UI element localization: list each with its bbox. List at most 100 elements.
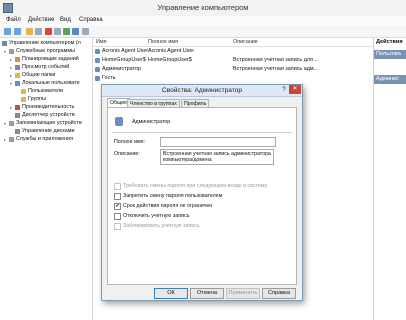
divider <box>112 132 292 133</box>
computer-icon <box>2 41 7 46</box>
ok-button[interactable]: ОК <box>154 288 188 299</box>
actions-users-label: Пользова <box>376 51 401 57</box>
export-icon[interactable] <box>82 28 89 35</box>
description-label: Описание: <box>114 151 140 157</box>
folder-icon <box>21 89 26 94</box>
full-name-label: Полное имя: <box>114 139 145 145</box>
dialog-title: Свойства: Администратор <box>161 87 243 94</box>
table-row-full-name: Acronis Agent User <box>148 48 195 54</box>
tree-item-local-users[interactable]: Локальные пользовате <box>22 80 80 86</box>
expander-icon[interactable]: ▸ <box>10 57 12 62</box>
actions-users-bar[interactable]: Пользова <box>374 50 406 59</box>
folder-icon[interactable] <box>26 28 33 35</box>
back-icon[interactable] <box>4 28 11 35</box>
user-icon <box>95 67 100 72</box>
folder-icon <box>21 97 26 102</box>
help-icon[interactable] <box>72 28 79 35</box>
actions-admin-bar[interactable]: Админис <box>374 75 406 84</box>
user-icon <box>95 49 100 54</box>
performance-icon <box>15 105 20 110</box>
actions-admin-label: Админис <box>376 76 399 82</box>
cancel-button[interactable]: Отмена <box>190 288 224 299</box>
event-viewer-icon <box>15 65 20 70</box>
forward-icon[interactable] <box>14 28 21 35</box>
tree-item-services-apps[interactable]: Службы и приложения <box>16 136 73 142</box>
tree-item-device-manager[interactable]: Диспетчер устройств <box>22 112 75 118</box>
table-row-name[interactable]: HomeGroupUser$ <box>102 57 146 63</box>
console-tree: Управление компьютером (л ▾ Служебные пр… <box>0 38 93 320</box>
expander-icon[interactable]: ▾ <box>10 81 12 86</box>
menu-view[interactable]: Вид <box>60 17 71 23</box>
device-manager-icon <box>15 113 20 118</box>
table-row-description: Встроенная учетная запись для ... <box>233 57 319 63</box>
tree-item-performance[interactable]: Производительность <box>22 104 74 110</box>
full-name-field[interactable] <box>160 137 276 147</box>
general-tab-panel: Администратор Полное имя: Описание: Встр… <box>107 107 297 285</box>
account-disabled-checkbox[interactable] <box>114 213 121 220</box>
user-name: Администратор <box>132 119 171 125</box>
refresh-icon[interactable] <box>63 28 70 35</box>
task-scheduler-icon <box>15 57 20 62</box>
menu-file[interactable]: Файл <box>6 17 21 23</box>
dialog-help-icon[interactable]: ? <box>280 86 288 94</box>
tree-item-shared-folders[interactable]: Общие папки <box>22 72 55 78</box>
users-group-icon <box>15 81 20 86</box>
properties-dialog: Свойства: Администратор ? ✕ Общие Членст… <box>101 84 303 301</box>
must-change-password-checkbox[interactable] <box>114 183 121 190</box>
account-locked-checkbox[interactable] <box>114 223 121 230</box>
disk-management-icon <box>15 129 20 134</box>
table-row-name[interactable]: Администратор <box>102 66 141 72</box>
table-row-name[interactable]: Гость <box>102 75 116 81</box>
expander-icon[interactable]: ▸ <box>10 105 12 110</box>
column-header-description[interactable]: Описание <box>233 39 258 45</box>
menu-action[interactable]: Действие <box>28 17 54 23</box>
table-row-full-name: HomeGroupUser$ <box>148 57 192 63</box>
user-avatar-icon <box>115 117 123 126</box>
description-field[interactable]: Встроенная учетная запись администратора… <box>160 149 274 165</box>
tree-item-task-scheduler[interactable]: Планировщик заданий <box>22 56 79 62</box>
account-disabled-label: Отключить учетную запись <box>123 213 190 219</box>
expander-icon[interactable]: ▸ <box>10 65 12 70</box>
tree-item-disk-management[interactable]: Управление дисками <box>22 128 75 134</box>
actions-pane: Действия Пользова Админис <box>373 38 406 320</box>
window-title: Управление компьютером <box>157 3 249 12</box>
menu-bar: Файл Действие Вид Справка <box>0 16 406 26</box>
delete-icon[interactable] <box>45 28 52 35</box>
password-never-expires-checkbox[interactable]: ✔ <box>114 203 121 210</box>
window-title-bar: Управление компьютером <box>0 0 406 17</box>
table-row-name[interactable]: Acronis Agent User <box>102 48 148 54</box>
tree-item-groups[interactable]: Группы <box>28 96 46 102</box>
console-tree-icon[interactable] <box>35 28 42 35</box>
shared-folder-icon <box>15 73 20 78</box>
menu-help[interactable]: Справка <box>79 17 103 23</box>
dialog-title-bar: Свойства: Администратор ? ✕ <box>102 85 302 97</box>
expander-icon[interactable]: ▸ <box>4 137 6 142</box>
apply-button[interactable]: Применить <box>226 288 260 299</box>
must-change-password-label: Требовать смены пароля при следующем вхо… <box>123 183 268 189</box>
tools-icon <box>9 49 14 54</box>
toolbar <box>0 26 406 38</box>
account-locked-label: Заблокировать учетную запись <box>123 223 200 229</box>
tree-item-event-viewer[interactable]: Просмотр событий <box>22 64 69 70</box>
storage-icon <box>9 121 14 126</box>
column-header-full-name[interactable]: Полное имя <box>148 39 178 45</box>
column-header-name[interactable]: Имя <box>96 39 107 45</box>
expander-icon[interactable]: ▾ <box>4 49 6 54</box>
cannot-change-password-label: Запретить смену пароля пользователем <box>123 193 223 199</box>
services-icon <box>9 137 14 142</box>
tree-item-storage[interactable]: Запоминающие устройств <box>16 120 82 126</box>
tree-item-system-tools[interactable]: Служебные программы <box>16 48 75 54</box>
properties-icon[interactable] <box>54 28 61 35</box>
actions-header: Действия <box>376 39 403 45</box>
tree-root[interactable]: Управление компьютером (л <box>9 40 81 46</box>
table-row-description: Встроенная учетная запись адм... <box>233 66 319 72</box>
user-icon <box>95 58 100 63</box>
help-button[interactable]: Справка <box>262 288 296 299</box>
user-icon <box>95 76 100 81</box>
tree-item-users[interactable]: Пользователи <box>28 88 63 94</box>
dialog-close-icon[interactable]: ✕ <box>289 85 301 94</box>
list-header: Имя Полное имя Описание <box>93 38 373 47</box>
expander-icon[interactable]: ▸ <box>10 73 12 78</box>
cannot-change-password-checkbox[interactable] <box>114 193 121 200</box>
expander-icon[interactable]: ▾ <box>4 121 6 126</box>
